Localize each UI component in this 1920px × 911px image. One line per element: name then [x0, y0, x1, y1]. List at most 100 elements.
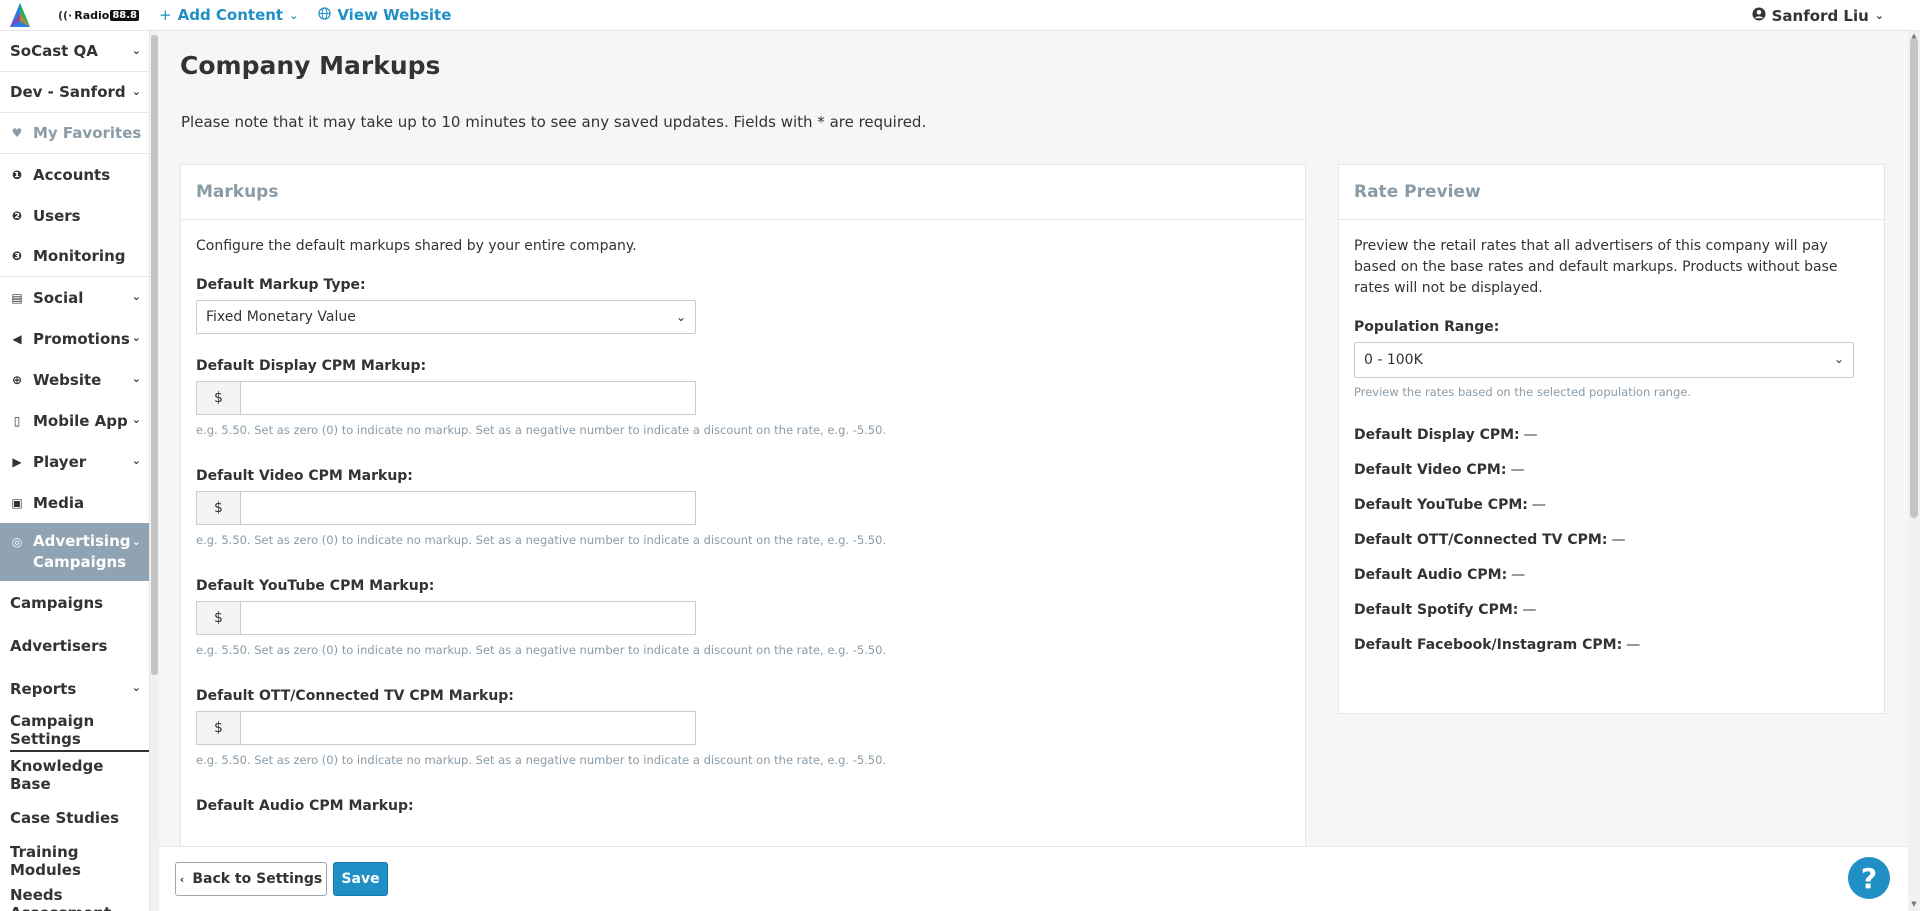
sidebar-item-label: My Favorites	[33, 124, 142, 142]
number-1-icon: ❶	[11, 167, 23, 182]
ott-cpm-input[interactable]	[240, 711, 696, 745]
chevron-down-icon: ⌄	[1874, 9, 1884, 22]
rate-facebook-instagram-cpm: Default Facebook/Instagram CPM: —	[1354, 636, 1641, 653]
youtube-cpm-field: Default YouTube CPM Markup: $ e.g. 5.50.…	[196, 578, 1290, 657]
globe-icon: ⊕	[11, 372, 23, 387]
markups-card-header: Markups	[181, 165, 1305, 220]
heart-icon: ♥	[11, 126, 23, 140]
org-name: SoCast QA	[10, 42, 98, 60]
youtube-cpm-input[interactable]	[240, 601, 696, 635]
help-button[interactable]: ?	[1848, 857, 1890, 899]
population-range-help: Preview the rates based on the selected …	[1354, 385, 1691, 399]
ott-cpm-label: Default OTT/Connected TV CPM Markup:	[196, 688, 514, 704]
sidebar-item-website[interactable]: ⊕ Website ⌄	[0, 359, 149, 400]
rate-preview-body: Preview the retail rates that all advert…	[1339, 220, 1884, 677]
socast-logo-icon[interactable]	[10, 3, 30, 27]
sidebar-item-accounts[interactable]: ❶ Accounts	[0, 154, 149, 195]
chevron-down-icon: ⌄	[131, 85, 141, 98]
comment-icon: ▤	[11, 290, 23, 305]
wifi-icon: ((·	[58, 8, 73, 22]
chevron-down-icon: ⌄	[131, 331, 141, 344]
scroll-down-arrow-icon[interactable]: ▼	[1908, 900, 1920, 910]
sidebar-item-label: Monitoring	[33, 247, 126, 265]
save-button[interactable]: Save	[333, 862, 388, 896]
sidebar-subitem-reports[interactable]: Reports ⌄	[0, 667, 149, 710]
sidebar-item-mobile-app[interactable]: ▯ Mobile App ⌄	[0, 400, 149, 441]
sidebar-subitem-training-modules[interactable]: Training Modules	[0, 839, 149, 882]
sidebar-subitem-knowledge-base[interactable]: Knowledge Base	[0, 753, 149, 796]
page-scrollbar-thumb[interactable]	[1910, 38, 1918, 518]
currency-addon: $	[196, 711, 240, 745]
youtube-cpm-label: Default YouTube CPM Markup:	[196, 578, 435, 594]
markup-help-text: e.g. 5.50. Set as zero (0) to indicate n…	[196, 753, 887, 767]
chevron-down-icon: ⌄	[1833, 352, 1844, 366]
image-icon: ▣	[11, 495, 23, 510]
audio-cpm-label: Default Audio CPM Markup:	[196, 798, 414, 814]
number-2-icon: ❷	[11, 208, 23, 223]
markup-type-select[interactable]: Fixed Monetary Value ⌄	[196, 300, 696, 334]
markups-description: Configure the default markups shared by …	[196, 238, 637, 254]
sidebar-subitem-campaigns[interactable]: Campaigns	[0, 581, 149, 624]
video-cpm-field: Default Video CPM Markup: $ e.g. 5.50. S…	[196, 468, 1290, 547]
display-cpm-input-group: $	[196, 381, 696, 415]
display-cpm-input[interactable]	[240, 381, 696, 415]
video-cpm-label: Default Video CPM Markup:	[196, 468, 413, 484]
currency-addon: $	[196, 601, 240, 635]
sidebar-subitem-campaign-settings[interactable]: Campaign Settings	[0, 710, 149, 753]
sidebar-item-media[interactable]: ▣ Media	[0, 482, 149, 523]
save-note: Please note that it may take up to 10 mi…	[181, 113, 927, 131]
markup-type-label: Default Markup Type:	[196, 277, 366, 293]
user-menu[interactable]: Sanford Liu ⌄	[1752, 0, 1884, 31]
user-circle-icon	[1752, 7, 1766, 25]
play-icon: ▶	[12, 454, 22, 469]
chevron-down-icon: ⌄	[131, 413, 141, 426]
display-cpm-field: Default Display CPM Markup: $ e.g. 5.50.…	[196, 358, 1290, 437]
sidebar-subitem-case-studies[interactable]: Case Studies	[0, 796, 149, 839]
sidebar-item-advertising-campaigns[interactable]: ◎ Advertising Campaigns ⌄	[0, 523, 149, 581]
sidebar-subitem-advertisers[interactable]: Advertisers	[0, 624, 149, 667]
sidebar-scrollbar-thumb[interactable]	[151, 35, 158, 675]
rate-preview-header: Rate Preview	[1339, 165, 1884, 220]
chevron-down-icon: ⌄	[675, 310, 686, 324]
sidebar-item-promotions[interactable]: ◀ Promotions ⌄	[0, 318, 149, 359]
sidebar-item-users[interactable]: ❷ Users	[0, 195, 149, 236]
station-frequency: 88.8	[110, 9, 140, 21]
site-name: Dev - Sanford	[10, 83, 126, 101]
sidebar-item-label: Advertising Campaigns	[33, 532, 131, 571]
display-cpm-label: Default Display CPM Markup:	[196, 358, 427, 374]
add-content-button[interactable]: + Add Content ⌄	[159, 6, 298, 24]
markup-help-text: e.g. 5.50. Set as zero (0) to indicate n…	[196, 423, 887, 437]
user-name: Sanford Liu	[1771, 6, 1869, 25]
sidebar-item-my-favorites[interactable]: ♥ My Favorites	[0, 113, 149, 154]
sidebar-subitem-needs-assessment[interactable]: Needs Assessment	[0, 882, 149, 911]
population-range-value: 0 - 100K	[1364, 352, 1423, 368]
sidebar-item-label: Social	[33, 288, 84, 307]
rate-preview-description: Preview the retail rates that all advert…	[1354, 238, 1838, 296]
sidebar-item-player[interactable]: ▶ Player ⌄	[0, 441, 149, 482]
view-website-label: View Website	[337, 6, 452, 24]
station-logo[interactable]: ((· Radio 88.8	[58, 8, 140, 22]
top-bar: ((· Radio 88.8 + Add Content ⌄ View Webs…	[0, 0, 1920, 31]
target-icon: ◎	[11, 535, 23, 549]
back-to-settings-button[interactable]: ‹ Back to Settings	[175, 862, 327, 896]
video-cpm-input-group: $	[196, 491, 696, 525]
rate-ott-cpm: Default OTT/Connected TV CPM: —	[1354, 531, 1626, 548]
chevron-left-icon: ‹	[179, 872, 185, 886]
org-switcher[interactable]: SoCast QA ⌄	[0, 31, 149, 72]
rate-display-cpm: Default Display CPM: —	[1354, 426, 1538, 443]
currency-addon: $	[196, 491, 240, 525]
number-3-icon: ❸	[11, 249, 23, 263]
sidebar-item-monitoring[interactable]: ❸ Monitoring	[0, 236, 149, 277]
rate-spotify-cpm: Default Spotify CPM: —	[1354, 601, 1537, 618]
markup-help-text: e.g. 5.50. Set as zero (0) to indicate n…	[196, 533, 887, 547]
rate-audio-cpm: Default Audio CPM: —	[1354, 566, 1526, 583]
sidebar-item-social[interactable]: ▤ Social ⌄	[0, 277, 149, 318]
video-cpm-input[interactable]	[240, 491, 696, 525]
sidebar-item-label: Player	[33, 452, 87, 471]
site-switcher[interactable]: Dev - Sanford ⌄	[0, 72, 149, 113]
view-website-link[interactable]: View Website	[318, 6, 451, 24]
rate-youtube-cpm: Default YouTube CPM: —	[1354, 496, 1546, 513]
population-range-select[interactable]: 0 - 100K ⌄	[1354, 342, 1854, 378]
add-content-label: Add Content	[177, 6, 284, 24]
markups-card-body: Configure the default markups shared by …	[181, 220, 1305, 829]
